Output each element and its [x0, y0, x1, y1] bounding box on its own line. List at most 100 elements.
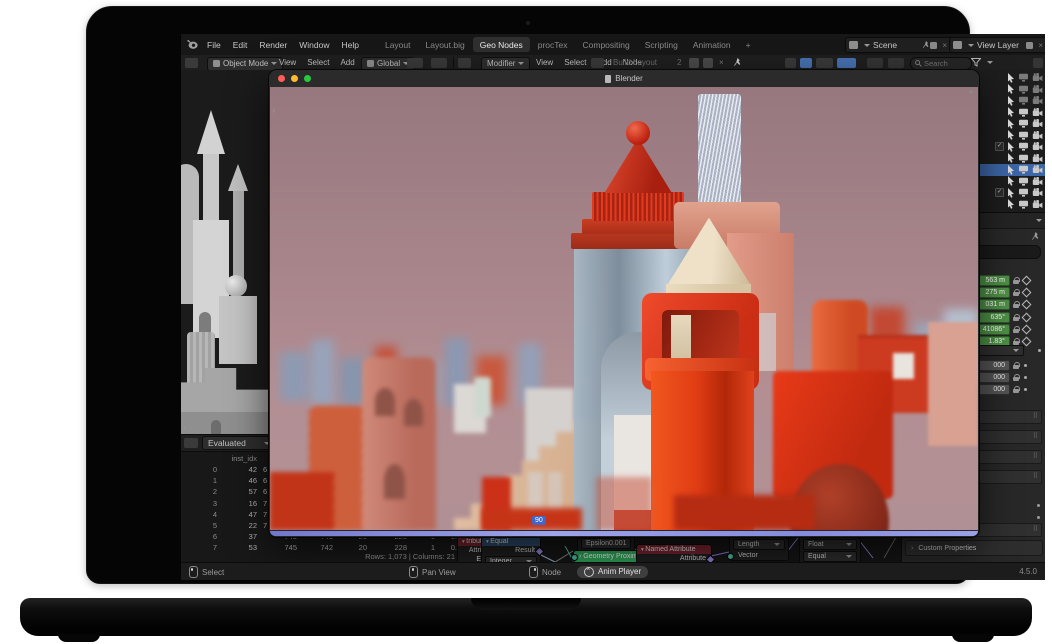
epsilon-field[interactable]: Epsilon0.001: [581, 538, 631, 549]
node-tree-name[interactable]: Build Layout: [613, 58, 657, 67]
animate-dot-icon[interactable]: [1024, 364, 1027, 367]
node-header[interactable]: Equal: [482, 537, 540, 546]
menu-item[interactable]: Add: [340, 58, 354, 67]
current-frame-badge[interactable]: 90: [532, 516, 546, 525]
menu-item[interactable]: View: [279, 58, 296, 67]
hide-viewport-monitor-icon[interactable]: [1018, 154, 1029, 163]
copy-icon[interactable]: [703, 58, 713, 68]
keyframe-diamond-icon[interactable]: [1022, 300, 1032, 310]
hide-viewport-monitor-icon[interactable]: [1018, 85, 1029, 94]
selectable-cursor-icon[interactable]: [1007, 188, 1015, 198]
hide-viewport-monitor-icon[interactable]: [1018, 131, 1029, 140]
node-tree-icon[interactable]: [591, 58, 604, 68]
zoom-window-button[interactable]: [304, 75, 311, 82]
keyframe-diamond-icon[interactable]: [1022, 313, 1032, 323]
animate-dot-icon[interactable]: [1024, 376, 1027, 379]
hide-viewport-monitor-icon[interactable]: [1018, 73, 1029, 82]
disable-render-camera-icon[interactable]: [1032, 119, 1043, 128]
pin-icon[interactable]: [733, 58, 742, 67]
selectable-cursor-icon[interactable]: [1007, 199, 1015, 209]
chevron-down-icon[interactable]: [987, 61, 993, 64]
selectable-cursor-icon[interactable]: [1007, 73, 1015, 83]
hide-viewport-monitor-icon[interactable]: [1018, 200, 1029, 209]
animate-dot-icon[interactable]: [1037, 516, 1040, 519]
lock-icon[interactable]: [1013, 326, 1020, 334]
filter-funnel-icon[interactable]: [971, 58, 981, 67]
selectable-cursor-icon[interactable]: [1007, 130, 1015, 140]
custom-properties-panel[interactable]: Custom Properties: [905, 540, 1043, 556]
fake-user-shield-icon[interactable]: [689, 58, 699, 68]
mode-dropdown[interactable]: Object Mode: [207, 57, 283, 71]
blender-logo-icon[interactable]: [186, 39, 198, 50]
selectable-cursor-icon[interactable]: [1007, 107, 1015, 117]
snap-magnet-icon[interactable]: [431, 58, 447, 68]
disable-render-camera-icon[interactable]: [1032, 108, 1043, 117]
checkbox[interactable]: ✓: [995, 142, 1004, 151]
selectable-cursor-icon[interactable]: [1007, 142, 1015, 152]
lock-icon[interactable]: [1013, 301, 1020, 309]
hide-viewport-monitor-icon[interactable]: [1018, 188, 1029, 197]
menu-item[interactable]: Help: [335, 38, 364, 52]
menu-item[interactable]: Select: [564, 58, 586, 67]
disable-render-camera-icon[interactable]: [1032, 165, 1043, 174]
workspace-tab[interactable]: +: [739, 37, 758, 52]
overlays-dropdown-icon[interactable]: [837, 58, 856, 68]
collection-filter-icon[interactable]: [888, 58, 904, 68]
frame-scrubber[interactable]: [270, 531, 978, 536]
region-expand-arrow[interactable]: ›: [272, 105, 275, 115]
selectable-cursor-icon[interactable]: [1007, 176, 1015, 186]
lock-icon[interactable]: [1013, 314, 1020, 322]
scene-selector[interactable]: Scene ×: [845, 37, 953, 53]
pin-icon[interactable]: [922, 41, 930, 49]
menu-item[interactable]: Window: [293, 38, 335, 52]
minimize-window-button[interactable]: [291, 75, 298, 82]
editor-type-spreadsheet-icon[interactable]: [184, 438, 198, 448]
hide-viewport-monitor-icon[interactable]: [1018, 142, 1029, 151]
editor-type-node-icon[interactable]: [458, 58, 471, 68]
lock-icon[interactable]: [1013, 374, 1020, 382]
workspace-tab[interactable]: Geo Nodes: [473, 37, 530, 52]
node-dropdown[interactable]: Float: [803, 539, 857, 550]
lock-icon[interactable]: [1013, 289, 1020, 297]
socket-icon[interactable]: [727, 553, 734, 560]
editor-type-3dview-icon[interactable]: [185, 58, 198, 68]
disable-render-camera-icon[interactable]: [1032, 142, 1043, 151]
menu-item[interactable]: Render: [253, 38, 293, 52]
render-window[interactable]: Blender: [269, 70, 979, 537]
view-layer-selector[interactable]: View Layer ×: [949, 37, 1045, 53]
chevron-down-icon[interactable]: [968, 91, 974, 94]
animate-dot-icon[interactable]: [1024, 388, 1027, 391]
snap-target-dropdown-icon[interactable]: [816, 58, 833, 68]
disable-render-camera-icon[interactable]: [1032, 131, 1043, 140]
menu-item[interactable]: Edit: [227, 38, 254, 52]
menu-item[interactable]: File: [201, 38, 227, 52]
auto-snap-toggle-icon[interactable]: [800, 58, 812, 68]
menu-item[interactable]: Select: [307, 58, 329, 67]
disable-render-camera-icon[interactable]: [1032, 85, 1043, 94]
animate-dot-icon[interactable]: [1037, 504, 1040, 507]
anim-player-badge[interactable]: Anim Player: [577, 566, 648, 578]
menu-item[interactable]: View: [536, 58, 553, 67]
stop-circle-x-icon[interactable]: [584, 567, 594, 577]
socket-icon[interactable]: [571, 554, 578, 561]
hide-viewport-monitor-icon[interactable]: [1018, 165, 1029, 174]
disable-render-camera-icon[interactable]: [1032, 154, 1043, 163]
keyframe-diamond-icon[interactable]: [1022, 288, 1032, 298]
workspace-tab[interactable]: Compositing: [576, 37, 637, 52]
node-dropdown[interactable]: Length: [733, 539, 785, 550]
hide-viewport-monitor-icon[interactable]: [1018, 108, 1029, 117]
close-window-button[interactable]: [278, 75, 285, 82]
animate-dot-icon[interactable]: [1038, 349, 1041, 352]
node-named-attribute-2[interactable]: Named Attribute Attribute: [636, 544, 712, 564]
selectable-cursor-icon[interactable]: [1007, 165, 1015, 175]
copy-icon[interactable]: [1026, 42, 1033, 49]
disable-render-camera-icon[interactable]: [1032, 96, 1043, 105]
search-input[interactable]: [922, 58, 966, 69]
selectable-cursor-icon[interactable]: [1007, 153, 1015, 163]
lock-icon[interactable]: [1013, 386, 1020, 394]
node-tree-type-dropdown[interactable]: Modifier: [481, 57, 530, 71]
workspace-tab[interactable]: procTex: [531, 37, 575, 52]
disable-render-camera-icon[interactable]: [1032, 177, 1043, 186]
outliner-display-mode-icon[interactable]: [867, 58, 883, 68]
disable-render-camera-icon[interactable]: [1032, 200, 1043, 209]
